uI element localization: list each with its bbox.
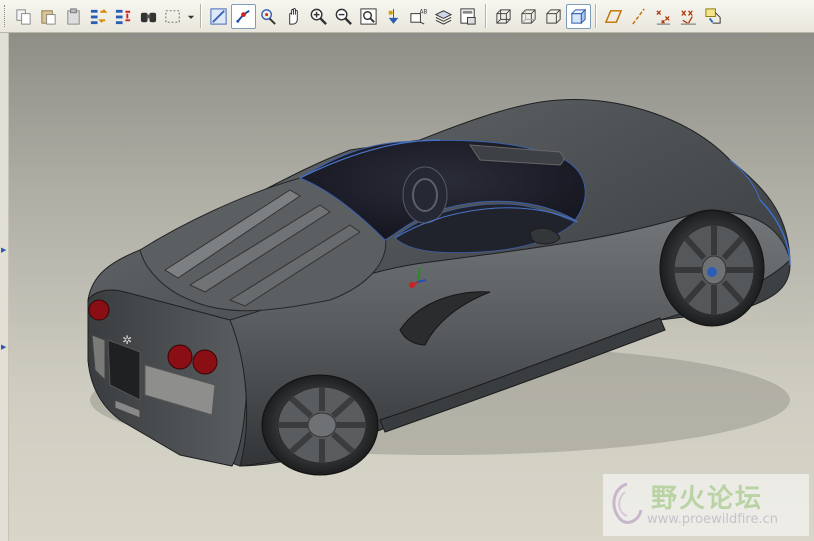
regenerate-icon[interactable] bbox=[86, 4, 111, 29]
csys-icon[interactable] bbox=[676, 4, 701, 29]
copy-icon[interactable] bbox=[11, 4, 36, 29]
datum-display-icon[interactable] bbox=[381, 4, 406, 29]
zoom-out-icon[interactable] bbox=[331, 4, 356, 29]
watermark-url: www.proewildfire.cn bbox=[647, 512, 778, 527]
toolbar-separator bbox=[200, 4, 202, 28]
watermark-logo-icon bbox=[612, 482, 643, 524]
annotation-display-icon[interactable]: AB bbox=[406, 4, 431, 29]
rear-wheel bbox=[261, 374, 379, 476]
model-tree-icon[interactable] bbox=[456, 4, 481, 29]
regenerate-manager-icon[interactable] bbox=[111, 4, 136, 29]
toolbar-grip[interactable] bbox=[4, 5, 8, 27]
datum-axes-icon[interactable] bbox=[626, 4, 651, 29]
watermark-title: 野火论坛 bbox=[651, 484, 764, 514]
front-wheel bbox=[659, 209, 765, 327]
taillight bbox=[167, 344, 193, 370]
taillight bbox=[192, 349, 218, 375]
datum-points-icon[interactable] bbox=[651, 4, 676, 29]
no-hidden-icon[interactable] bbox=[541, 4, 566, 29]
spin-center-icon[interactable] bbox=[231, 3, 256, 29]
toolbar-separator bbox=[485, 4, 487, 28]
zoom-in-icon[interactable] bbox=[306, 4, 331, 29]
car-model-render: ✲ bbox=[87, 99, 791, 476]
toolbar-separator bbox=[595, 4, 597, 28]
expand-arrow-icon[interactable]: ▶ bbox=[1, 344, 6, 351]
repaint-icon[interactable] bbox=[206, 4, 231, 29]
graphics-window[interactable]: ✲ 野火论坛 www.proewildfire.cn bbox=[9, 33, 814, 541]
refit-icon[interactable] bbox=[356, 4, 381, 29]
find-icon[interactable] bbox=[136, 4, 161, 29]
datum-planes-icon[interactable] bbox=[601, 4, 626, 29]
orient-mode-icon[interactable] bbox=[256, 4, 281, 29]
hidden-line-icon[interactable] bbox=[516, 4, 541, 29]
expand-arrow-icon[interactable]: ▶ bbox=[1, 247, 6, 254]
main-toolbar: AB bbox=[0, 0, 814, 33]
left-panel-edge[interactable]: ▶ ▶ bbox=[0, 33, 9, 541]
wireframe-icon[interactable] bbox=[491, 4, 516, 29]
pan-icon[interactable] bbox=[281, 4, 306, 29]
brand-emblem: ✲ bbox=[122, 333, 132, 347]
svg-text:AB: AB bbox=[419, 9, 427, 15]
layers-icon[interactable] bbox=[431, 4, 456, 29]
paste-icon[interactable] bbox=[36, 4, 61, 29]
selection-dropdown-icon[interactable] bbox=[186, 4, 196, 29]
selection-box-icon[interactable] bbox=[161, 4, 186, 29]
taillight bbox=[88, 299, 110, 321]
show-feature-icon[interactable] bbox=[701, 4, 726, 29]
shading-icon[interactable] bbox=[566, 3, 591, 29]
watermark: 野火论坛 www.proewildfire.cn bbox=[603, 474, 809, 536]
paste-special-icon[interactable] bbox=[61, 4, 86, 29]
